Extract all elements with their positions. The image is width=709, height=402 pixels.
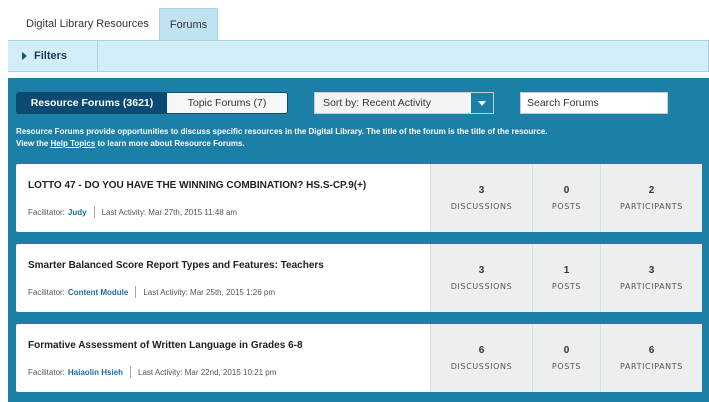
facilitator-name[interactable]: Haiaolin Hsieh — [68, 368, 123, 377]
forum-info: Formative Assessment of Written Language… — [16, 324, 430, 392]
discussions-stat: 3 DISCUSSIONS — [430, 164, 532, 232]
last-activity-label: Last Activity: — [101, 207, 147, 217]
facilitator-label: Facilitator: — [28, 367, 65, 377]
tab-forums[interactable]: Forums — [158, 8, 219, 40]
forum-info: LOTTO 47 - DO YOU HAVE THE WINNING COMBI… — [16, 164, 430, 232]
facilitator-name[interactable]: Content Module — [68, 288, 128, 297]
participants-count: 2 — [648, 185, 655, 196]
forum-title[interactable]: Smarter Balanced Score Report Types and … — [28, 260, 430, 271]
posts-count: 0 — [563, 345, 570, 356]
filters-toggle[interactable]: Filters — [16, 41, 98, 71]
last-activity-value: Mar 27th, 2015 11:48 am — [148, 207, 238, 217]
discussions-label: DISCUSSIONS — [450, 202, 513, 211]
facilitator-label: Facilitator: — [28, 207, 65, 217]
forum-card[interactable]: Smarter Balanced Score Report Types and … — [16, 244, 702, 312]
posts-stat: 0 POSTS — [532, 164, 600, 232]
participants-stat: 2 PARTICIPANTS — [600, 164, 702, 232]
description-text-end: to learn more about Resource Forums. — [95, 139, 245, 148]
participants-stat: 3 PARTICIPANTS — [600, 244, 702, 312]
participants-count: 3 — [648, 265, 655, 276]
forum-meta: Facilitator: Haiaolin Hsieh Last Activit… — [28, 366, 276, 378]
participants-label: PARTICIPANTS — [620, 282, 683, 291]
last-activity-label: Last Activity: — [143, 287, 188, 297]
search-forums-input[interactable] — [520, 92, 668, 114]
forum-card[interactable]: LOTTO 47 - DO YOU HAVE THE WINNING COMBI… — [16, 164, 702, 232]
meta-divider — [135, 286, 137, 298]
dropdown-arrow-icon[interactable] — [471, 93, 493, 113]
forum-meta: Facilitator: Content Module Last Activit… — [28, 286, 275, 298]
posts-label: POSTS — [551, 362, 582, 371]
last-activity-value: Mar 22nd, 2015 10:21 pm — [184, 367, 277, 377]
top-tabs: Digital Library Resources Forums — [16, 8, 219, 40]
posts-stat: 1 POSTS — [532, 244, 600, 312]
participants-count: 6 — [648, 345, 655, 356]
forum-title[interactable]: LOTTO 47 - DO YOU HAVE THE WINNING COMBI… — [28, 180, 430, 191]
sort-selected-value: Sort by: Recent Activity — [323, 97, 431, 109]
posts-stat: 0 POSTS — [532, 324, 600, 392]
filters-label: Filters — [34, 50, 68, 62]
meta-divider — [93, 206, 95, 218]
forums-description: Resource Forums provide opportunities to… — [16, 126, 556, 150]
last-activity-label: Last Activity: — [138, 367, 183, 377]
discussions-count: 6 — [478, 345, 485, 356]
filters-bar: Filters — [8, 40, 709, 72]
posts-count: 0 — [563, 185, 570, 196]
description-lead: Resource Forums — [16, 127, 85, 136]
forum-meta: Facilitator: Judy Last Activity: Mar 27t… — [28, 206, 237, 218]
discussions-label: DISCUSSIONS — [450, 282, 513, 291]
posts-count: 1 — [563, 265, 570, 276]
resource-forums-button[interactable]: Resource Forums (3621) — [17, 93, 167, 113]
meta-divider — [130, 366, 132, 378]
sort-select[interactable]: Sort by: Recent Activity — [314, 92, 494, 114]
discussions-stat: 6 DISCUSSIONS — [430, 324, 532, 392]
last-activity-value: Mar 25th, 2015 1:26 pm — [190, 287, 275, 297]
discussions-stat: 3 DISCUSSIONS — [430, 244, 532, 312]
forum-card[interactable]: Formative Assessment of Written Language… — [16, 324, 702, 392]
help-topics-link[interactable]: Help Topics — [51, 139, 96, 148]
caret-right-icon — [22, 52, 27, 60]
participants-label: PARTICIPANTS — [620, 362, 683, 371]
posts-label: POSTS — [551, 202, 582, 211]
forum-type-toggle: Resource Forums (3621) Topic Forums (7) — [16, 92, 288, 114]
participants-stat: 6 PARTICIPANTS — [600, 324, 702, 392]
forums-panel: Resource Forums (3621) Topic Forums (7) … — [8, 78, 709, 402]
facilitator-label: Facilitator: — [28, 287, 65, 297]
discussions-count: 3 — [478, 265, 485, 276]
posts-label: POSTS — [551, 282, 582, 291]
discussions-label: DISCUSSIONS — [450, 362, 513, 371]
forum-info: Smarter Balanced Score Report Types and … — [16, 244, 430, 312]
forum-title[interactable]: Formative Assessment of Written Language… — [28, 340, 430, 351]
tab-digital-library-resources[interactable]: Digital Library Resources — [16, 8, 159, 40]
facilitator-name[interactable]: Judy — [68, 208, 87, 217]
participants-label: PARTICIPANTS — [620, 202, 683, 211]
topic-forums-button[interactable]: Topic Forums (7) — [167, 93, 287, 113]
discussions-count: 3 — [478, 185, 485, 196]
